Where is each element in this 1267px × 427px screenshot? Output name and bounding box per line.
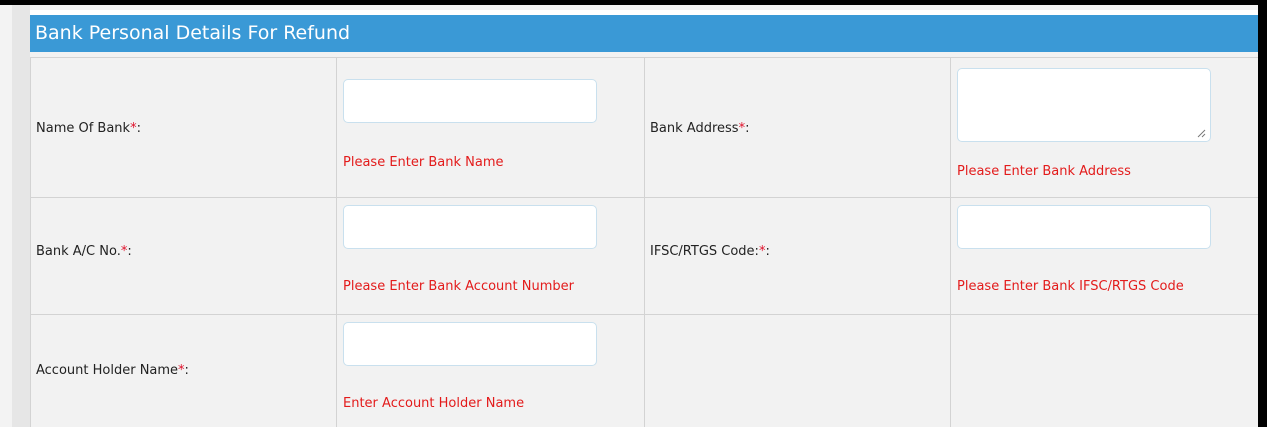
bank-name-label: Name Of Bank*: [36,121,141,136]
bank-name-input[interactable] [343,79,597,123]
page-left-margin [0,5,12,427]
account-holder-label: Account Holder Name*: [36,363,189,378]
bank-details-form: Name Of Bank*: Please Enter Bank Name Ba… [30,57,1258,427]
resize-handle-icon[interactable] [1196,128,1206,138]
ifsc-label-cell: IFSC/RTGS Code:*: [644,197,951,315]
bank-address-error: Please Enter Bank Address [957,164,1131,179]
account-number-label: Bank A/C No.*: [36,244,132,259]
panel-title: Bank Personal Details For Refund [30,15,1258,52]
ifsc-input[interactable] [957,205,1211,249]
account-holder-error: Enter Account Holder Name [343,396,525,411]
form-row-account-ifsc: Bank A/C No.*: Please Enter Bank Account… [30,197,1258,315]
ifsc-label: IFSC/RTGS Code:*: [650,244,770,259]
account-number-error: Please Enter Bank Account Number [343,279,574,294]
bank-details-panel: Bank Personal Details For Refund Name Of… [30,5,1258,427]
bank-name-label-cell: Name Of Bank*: [30,57,337,198]
account-number-field-cell: Please Enter Bank Account Number [336,197,645,315]
form-row-bank-name-address: Name Of Bank*: Please Enter Bank Name Ba… [30,57,1258,198]
form-row-account-holder: Account Holder Name*: Enter Account Hold… [30,314,1258,427]
account-holder-input[interactable] [343,322,597,366]
account-number-label-cell: Bank A/C No.*: [30,197,337,315]
bank-name-error: Please Enter Bank Name [343,155,504,170]
empty-cell [644,314,951,427]
bank-address-field-cell: Please Enter Bank Address [950,57,1258,198]
ifsc-field-cell: Please Enter Bank IFSC/RTGS Code [950,197,1258,315]
bank-name-field-cell: Please Enter Bank Name [336,57,645,198]
empty-cell [950,314,1258,427]
account-holder-label-cell: Account Holder Name*: [30,314,337,427]
account-number-input[interactable] [343,205,597,249]
page-left-shadow [12,5,30,427]
ifsc-error: Please Enter Bank IFSC/RTGS Code [957,279,1184,294]
window-right-edge [1258,5,1267,427]
account-holder-field-cell: Enter Account Holder Name [336,314,645,427]
bank-address-textarea[interactable] [957,68,1211,142]
bank-address-label: Bank Address*: [650,121,750,136]
bank-address-label-cell: Bank Address*: [644,57,951,198]
